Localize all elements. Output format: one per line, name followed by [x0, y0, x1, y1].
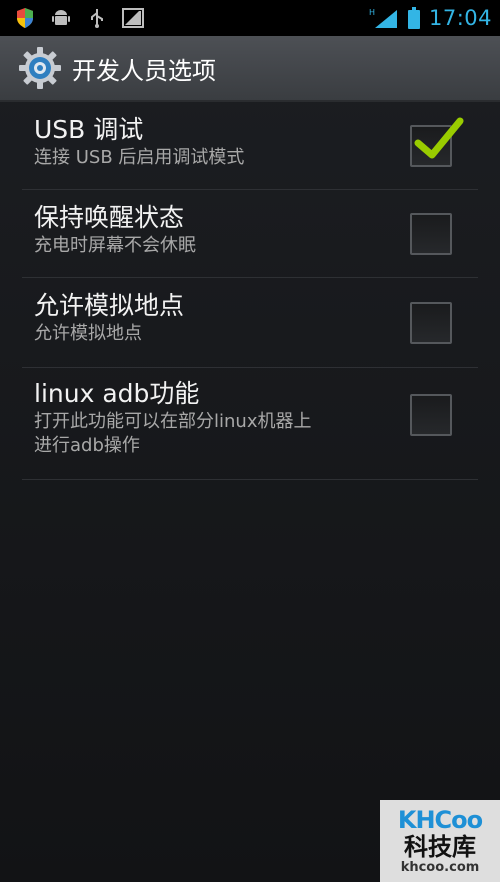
- battery-icon: [407, 7, 421, 29]
- usb-debugging-checkbox[interactable]: [410, 117, 464, 167]
- action-bar: 开发人员选项: [0, 36, 500, 102]
- item-subtitle-line2: 进行adb操作: [34, 435, 140, 456]
- status-time: 17:04: [428, 6, 492, 30]
- android-icon: [50, 7, 72, 29]
- watermark-logo: KHCoo 科技库 khcoo.com: [380, 800, 500, 882]
- linux-adb-item[interactable]: linux adb功能 打开此功能可以在部分linux机器上 进行adb操作: [22, 368, 478, 480]
- network-type-label: H: [369, 8, 375, 17]
- stay-awake-item[interactable]: 保持唤醒状态 充电时屏幕不会休眠: [22, 190, 478, 278]
- watermark-url: khcoo.com: [400, 860, 480, 875]
- usb-icon: [86, 7, 108, 29]
- signal-icon: H: [369, 7, 399, 29]
- usb-debugging-item[interactable]: USB 调试 连接 USB 后启用调试模式: [22, 104, 478, 190]
- image-icon: [122, 7, 144, 29]
- watermark-brand: KHCoo: [397, 806, 483, 834]
- linux-adb-checkbox[interactable]: [410, 394, 452, 436]
- page-title: 开发人员选项: [72, 56, 216, 85]
- checkmark-icon: [414, 117, 464, 159]
- stay-awake-checkbox[interactable]: [410, 213, 452, 255]
- mock-location-checkbox[interactable]: [410, 302, 452, 344]
- shield-icon: [14, 7, 36, 29]
- watermark-name: 科技库: [404, 833, 476, 861]
- mock-location-item[interactable]: 允许模拟地点 允许模拟地点: [22, 278, 478, 368]
- settings-list: USB 调试 连接 USB 后启用调试模式 保持唤醒状态 充电时屏幕不会休眠 允…: [0, 104, 500, 480]
- status-bar: H 17:04: [0, 0, 500, 36]
- settings-gear-icon[interactable]: [18, 46, 62, 90]
